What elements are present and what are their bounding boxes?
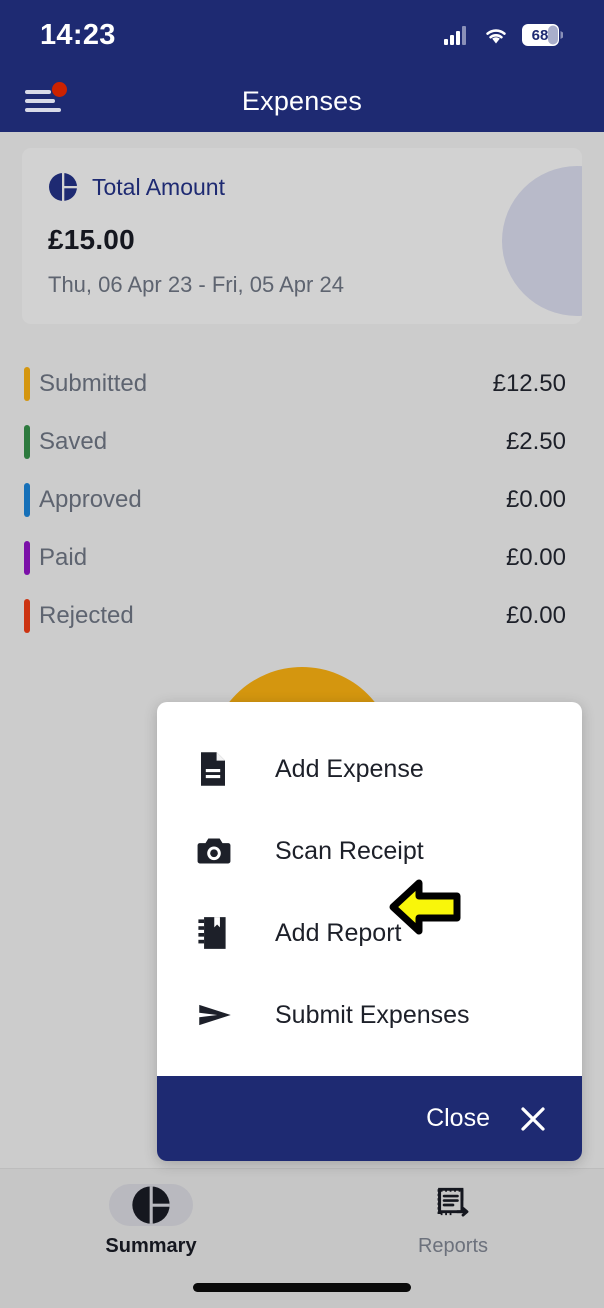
menu-item-label: Add Report (275, 918, 402, 947)
status-color-bar (24, 541, 30, 575)
status-color-bar (24, 599, 30, 633)
menu-item-submit-expenses[interactable]: Submit Expenses (157, 974, 582, 1056)
action-menu-modal: Add Expense Scan Receipt Add Report Subm… (157, 702, 582, 1161)
status-label: Submitted (39, 370, 148, 397)
status-label: Rejected (39, 602, 134, 629)
modal-close-button[interactable]: Close (157, 1076, 582, 1161)
menu-item-label: Scan Receipt (275, 836, 424, 865)
nav-active-pill (109, 1184, 193, 1226)
status-amount: £0.00 (505, 544, 566, 571)
status-row-saved[interactable]: Saved £2.50 (0, 413, 604, 471)
status-breakdown-list: Submitted £12.50 Saved £2.50 Approved £0… (0, 355, 604, 645)
status-label: Approved (39, 486, 142, 513)
nav-label-reports: Reports (417, 1235, 489, 1257)
total-card-header: Total Amount (22, 148, 582, 202)
nav-icon-wrap (411, 1184, 495, 1226)
close-x-icon[interactable] (518, 1104, 548, 1134)
status-amount: £0.00 (505, 486, 566, 513)
status-row-rejected[interactable]: Rejected £0.00 (0, 587, 604, 645)
home-indicator (193, 1283, 411, 1292)
status-row-submitted[interactable]: Submitted £12.50 (0, 355, 604, 413)
status-color-bar (24, 367, 30, 401)
cellular-signal-icon (444, 25, 466, 45)
menu-item-label: Submit Expenses (275, 1000, 470, 1029)
total-amount-card[interactable]: Total Amount £15.00 Thu, 06 Apr 23 - Fri… (22, 148, 582, 324)
status-bar: 14:23 68 (0, 0, 604, 70)
total-card-title: Total Amount (92, 173, 225, 200)
receipt-icon (437, 1187, 469, 1217)
total-card-amount: £15.00 (48, 224, 135, 255)
notification-badge (52, 82, 67, 97)
nav-label-summary: Summary (105, 1235, 197, 1257)
status-color-bar (24, 425, 30, 459)
total-card-date-range: Thu, 06 Apr 23 - Fri, 05 Apr 24 (48, 272, 344, 297)
menu-item-scan-receipt[interactable]: Scan Receipt (157, 810, 582, 892)
pie-chart-icon (49, 173, 77, 201)
status-label: Paid (39, 544, 88, 571)
status-bar-icons: 68 (444, 24, 564, 46)
status-amount: £12.50 (492, 370, 566, 397)
action-menu-list: Add Expense Scan Receipt Add Report Subm… (157, 702, 582, 1076)
status-row-approved[interactable]: Approved £0.00 (0, 471, 604, 529)
hamburger-menu-icon[interactable] (25, 82, 67, 114)
status-color-bar (24, 483, 30, 517)
bottom-navigation-bar: Summary Reports (0, 1168, 604, 1308)
send-icon (197, 1001, 239, 1029)
status-label: Saved (39, 428, 108, 455)
nav-item-reports[interactable]: Reports (302, 1169, 604, 1273)
camera-icon (197, 836, 239, 866)
phone-screen: 14:23 68 Expenses Total Amount £15.00 Th… (0, 0, 604, 1308)
status-bar-clock: 14:23 (40, 18, 116, 51)
status-amount: £2.50 (505, 428, 566, 455)
battery-percentage: 68 (531, 26, 549, 44)
menu-item-label: Add Expense (275, 754, 424, 783)
pie-chart-icon (132, 1186, 170, 1224)
menu-item-add-expense[interactable]: Add Expense (157, 728, 582, 810)
app-bar: Expenses (0, 70, 604, 132)
page-title: Expenses (241, 85, 363, 116)
close-label: Close (426, 1104, 490, 1132)
document-icon (197, 751, 239, 787)
status-amount: £0.00 (505, 602, 566, 629)
menu-item-add-report[interactable]: Add Report (157, 879, 582, 974)
notebook-icon (197, 916, 239, 950)
nav-item-summary[interactable]: Summary (0, 1169, 302, 1273)
status-row-paid[interactable]: Paid £0.00 (0, 529, 604, 587)
wifi-icon (486, 28, 506, 43)
battery-icon: 68 (522, 24, 564, 46)
